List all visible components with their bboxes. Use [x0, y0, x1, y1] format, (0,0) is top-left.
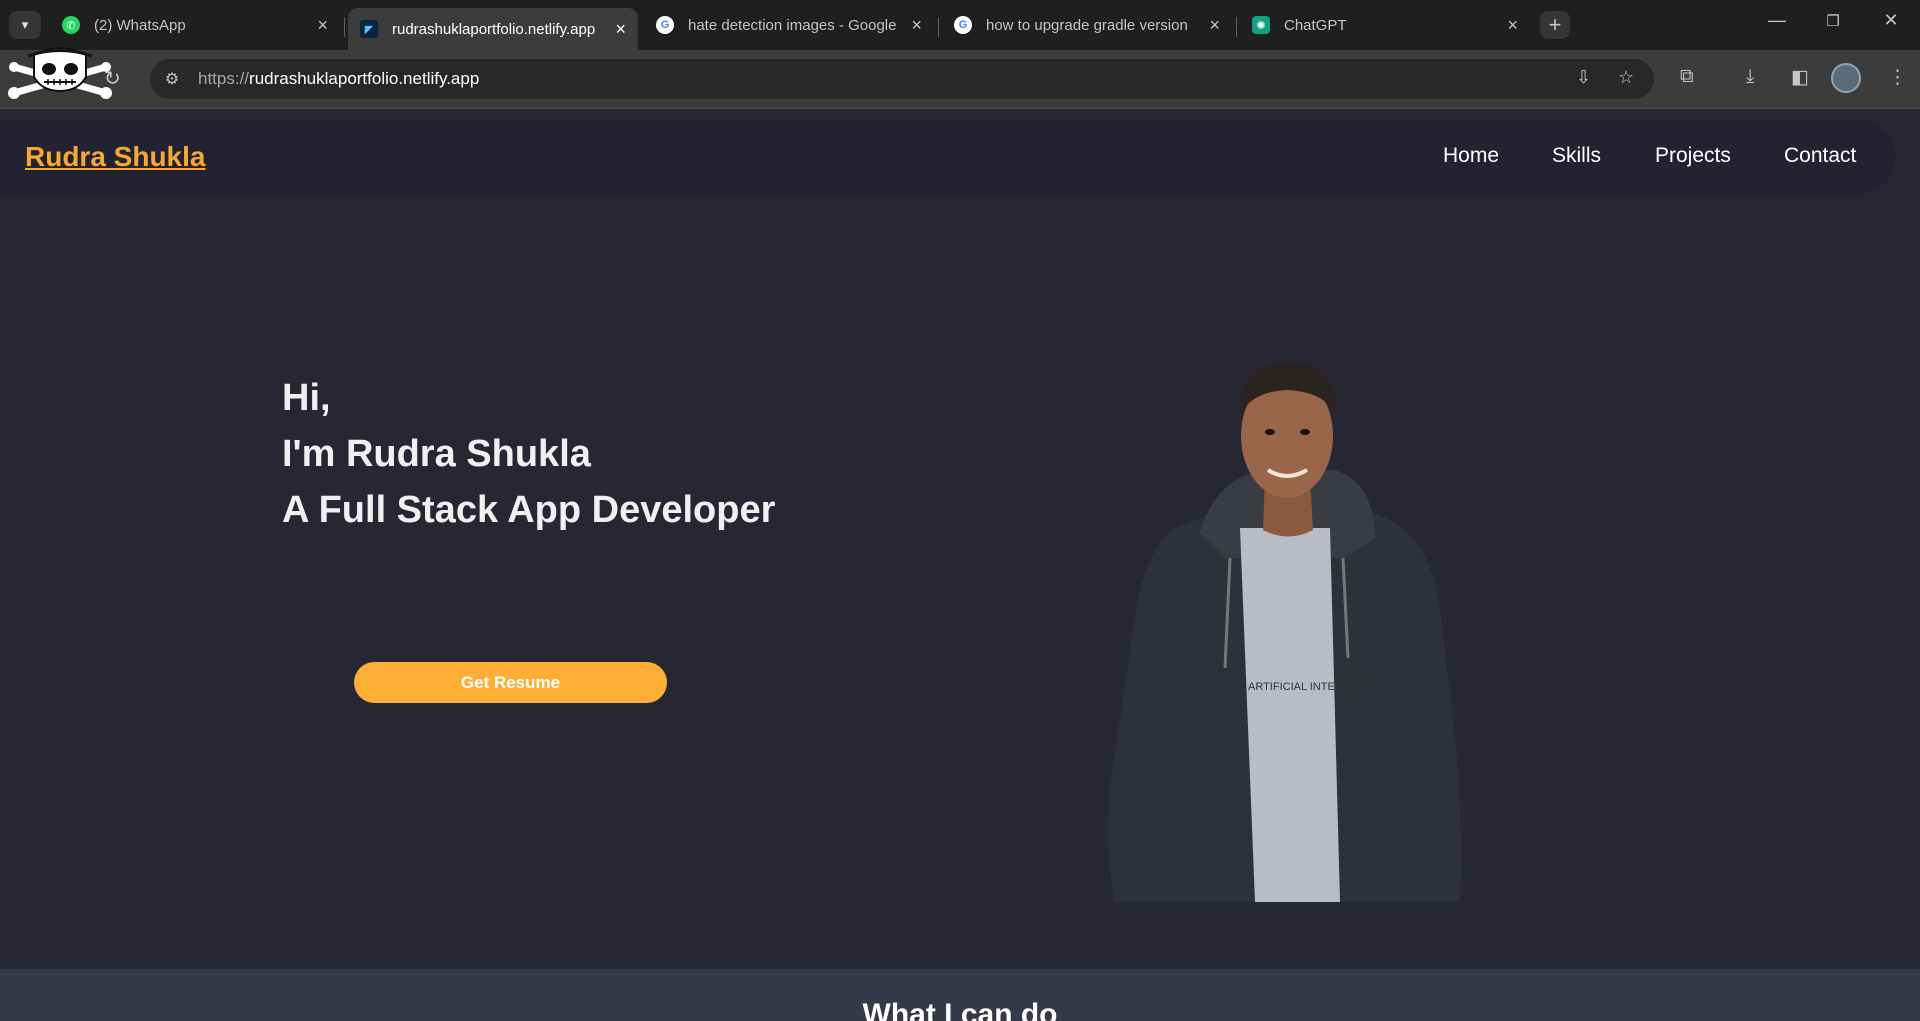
jolly-roger-icon — [8, 47, 112, 99]
site-info-icon[interactable]: ⚙ — [158, 65, 186, 93]
tab-separator — [1236, 17, 1237, 37]
address-bar[interactable]: ⚙ https://rudrashuklaportfolio.netlify.a… — [150, 59, 1654, 99]
nav-contact[interactable]: Contact — [1784, 144, 1856, 168]
tab-google-hate-detection[interactable]: G hate detection images - Google × — [644, 8, 934, 42]
get-resume-button[interactable]: Get Resume — [354, 662, 667, 703]
flutter-icon: ◤ — [360, 20, 378, 38]
url-text[interactable]: https://rudrashuklaportfolio.netlify.app — [198, 69, 479, 89]
hero-text: Hi, I'm Rudra Shukla A Full Stack App De… — [282, 370, 775, 538]
tshirt-text: ARTIFICIAL INTELEGE — [1248, 681, 1364, 693]
hero-role: A Full Stack App Developer — [282, 489, 776, 531]
close-window-button[interactable]: ✕ — [1873, 10, 1909, 31]
google-icon: G — [954, 16, 972, 34]
portrait-photo: ARTIFICIAL INTELEGE — [1108, 362, 1461, 902]
minimize-button[interactable]: — — [1759, 10, 1795, 31]
nav-home[interactable]: Home — [1443, 144, 1499, 168]
reload-icon: ↻ — [104, 68, 121, 90]
tab-separator — [938, 17, 939, 37]
bookmark-star-icon[interactable]: ☆ — [1618, 67, 1634, 88]
site-navbar — [0, 120, 1895, 194]
profile-avatar[interactable] — [1831, 63, 1861, 93]
tab-google-gradle[interactable]: G how to upgrade gradle version × — [942, 8, 1232, 42]
tab-portfolio[interactable]: ◤ rudrashuklaportfolio.netlify.app × — [348, 8, 638, 50]
hero-greeting: Hi, — [282, 377, 331, 419]
hero-name: I'm Rudra Shukla — [282, 433, 591, 475]
side-panel-icon[interactable]: ◧ — [1791, 66, 1809, 89]
nav-projects[interactable]: Projects — [1655, 144, 1731, 168]
skills-section-title: What I can do — [862, 998, 1058, 1021]
reload-button[interactable]: ↻ — [104, 66, 121, 91]
whatsapp-icon: ✆ — [62, 16, 80, 34]
site-brand-link[interactable]: Rudra Shukla — [25, 141, 205, 173]
portfolio-page: Rudra Shukla Home Skills Projects Contac… — [0, 109, 1920, 1021]
nav-skills[interactable]: Skills — [1552, 144, 1601, 168]
close-icon[interactable]: × — [1507, 15, 1518, 36]
install-app-icon[interactable]: ⇩ — [1576, 67, 1591, 88]
tab-whatsapp[interactable]: ✆ (2) WhatsApp × — [50, 8, 340, 42]
restore-button[interactable]: ❐ — [1815, 12, 1851, 30]
tab-strip: ▾ ✆ (2) WhatsApp × ◤ rudrashuklaportfoli… — [0, 0, 1920, 50]
downloads-icon[interactable]: ⤓ — [1746, 66, 1754, 88]
close-icon[interactable]: × — [317, 15, 328, 36]
chatgpt-icon: ✺ — [1252, 16, 1270, 34]
chevron-down-icon: ▾ — [21, 17, 29, 32]
close-icon[interactable]: × — [1209, 15, 1220, 36]
extensions-icon[interactable]: ⧉ — [1680, 66, 1694, 88]
tab-separator — [344, 17, 345, 37]
new-tab-button[interactable]: + — [1540, 11, 1570, 39]
close-icon[interactable]: × — [615, 19, 626, 40]
tab-chatgpt[interactable]: ✺ ChatGPT × — [1240, 8, 1530, 42]
google-icon: G — [656, 16, 674, 34]
menu-dots-icon[interactable]: ⋮ — [1888, 66, 1907, 89]
close-icon[interactable]: × — [911, 15, 922, 36]
plus-icon: + — [1548, 12, 1562, 37]
tab-search-button[interactable]: ▾ — [9, 11, 41, 39]
